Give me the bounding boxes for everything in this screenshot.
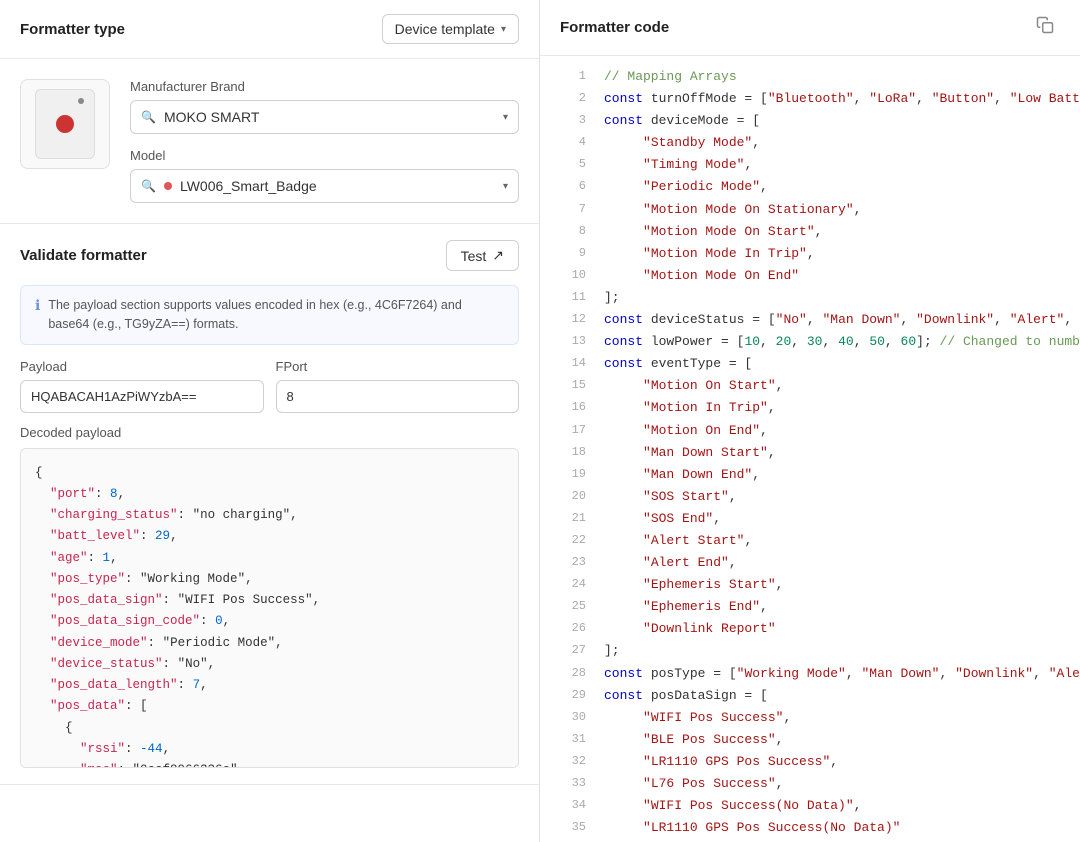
device-template-label: Device template [395,21,495,37]
manufacturer-value: MOKO SMART [164,109,495,125]
model-label: Model [130,148,519,163]
code-line-24: 24 "Ephemeris Start", [540,574,1080,596]
code-line-2: 2 const turnOffMode = ["Bluetooth", "LoR… [540,88,1080,110]
code-line-6: 6 "Periodic Mode", [540,176,1080,198]
model-value: LW006_Smart_Badge [180,178,495,194]
right-panel: Formatter code 1 // Mapping Arrays 2 con… [540,0,1080,842]
validate-header: Validate formatter Test ↗ [20,240,519,271]
model-field-group: Model 🔍 LW006_Smart_Badge ▾ [130,148,519,203]
code-line-30: 30 "WIFI Pos Success", [540,707,1080,729]
code-line-34: 34 "WIFI Pos Success(No Data)", [540,795,1080,817]
test-label: Test [461,248,487,264]
code-line-23: 23 "Alert End", [540,552,1080,574]
device-thumbnail [35,89,95,159]
fport-group: FPort [276,359,520,413]
code-line-1: 1 // Mapping Arrays [540,66,1080,88]
model-select[interactable]: 🔍 LW006_Smart_Badge ▾ [130,169,519,203]
code-line-33: 33 "L76 Pos Success", [540,773,1080,795]
code-editor: 1 // Mapping Arrays 2 const turnOffMode … [540,56,1080,842]
code-line-31: 31 "BLE Pos Success", [540,729,1080,751]
code-line-28: 28 const posType = ["Working Mode", "Man… [540,663,1080,685]
search-icon: 🔍 [141,110,156,124]
decoded-output: { "port": 8, "charging_status": "no char… [20,448,519,768]
payload-row: Payload FPort [20,359,519,413]
validate-section: Validate formatter Test ↗ ℹ The payload … [0,224,539,785]
manufacturer-select[interactable]: 🔍 MOKO SMART ▾ [130,100,519,134]
formatter-code-header: Formatter code [540,0,1080,56]
fport-input[interactable] [276,380,520,413]
code-line-27: 27 ]; [540,640,1080,662]
code-line-13: 13 const lowPower = [10, 20, 30, 40, 50,… [540,331,1080,353]
left-panel: Formatter type Device template ▾ Manufac… [0,0,540,842]
info-icon: ℹ [35,297,40,314]
test-arrow-icon: ↗ [492,247,504,264]
code-line-16: 16 "Motion In Trip", [540,397,1080,419]
validate-title: Validate formatter [20,247,147,264]
code-line-22: 22 "Alert Start", [540,530,1080,552]
device-image [20,79,110,169]
code-line-12: 12 const deviceStatus = ["No", "Man Down… [540,309,1080,331]
formatter-type-label: Formatter type [20,21,125,38]
code-line-7: 7 "Motion Mode On Stationary", [540,199,1080,221]
code-line-25: 25 "Ephemeris End", [540,596,1080,618]
device-fields: Manufacturer Brand 🔍 MOKO SMART ▾ Model … [130,79,519,203]
info-box: ℹ The payload section supports values en… [20,285,519,345]
manufacturer-field-group: Manufacturer Brand 🔍 MOKO SMART ▾ [130,79,519,134]
manufacturer-chevron-icon: ▾ [503,112,508,123]
formatter-code-label: Formatter code [560,19,669,36]
code-line-35: 35 "LR1110 GPS Pos Success(No Data)" [540,817,1080,839]
code-line-26: 26 "Downlink Report" [540,618,1080,640]
chevron-down-icon: ▾ [501,24,506,35]
code-line-32: 32 "LR1110 GPS Pos Success", [540,751,1080,773]
code-line-10: 10 "Motion Mode On End" [540,265,1080,287]
code-line-4: 4 "Standby Mode", [540,132,1080,154]
payload-label: Payload [20,359,264,374]
fport-label: FPort [276,359,520,374]
code-line-3: 3 const deviceMode = [ [540,110,1080,132]
code-line-15: 15 "Motion On Start", [540,375,1080,397]
formatter-type-header: Formatter type Device template ▾ [0,0,539,59]
manufacturer-label: Manufacturer Brand [130,79,519,94]
device-led-small [78,98,84,104]
payload-input[interactable] [20,380,264,413]
copy-icon [1036,16,1054,34]
code-line-8: 8 "Motion Mode On Start", [540,221,1080,243]
model-search-icon: 🔍 [141,179,156,193]
code-line-5: 5 "Timing Mode", [540,154,1080,176]
info-text: The payload section supports values enco… [48,296,504,334]
test-button[interactable]: Test ↗ [446,240,519,271]
code-line-19: 19 "Man Down End", [540,464,1080,486]
code-line-11: 11 ]; [540,287,1080,309]
model-dot-icon [164,182,172,190]
code-line-18: 18 "Man Down Start", [540,442,1080,464]
decoded-label: Decoded payload [20,425,519,440]
device-config: Manufacturer Brand 🔍 MOKO SMART ▾ Model … [0,59,539,224]
code-line-14: 14 const eventType = [ [540,353,1080,375]
device-template-dropdown[interactable]: Device template ▾ [382,14,519,44]
payload-group: Payload [20,359,264,413]
code-line-29: 29 const posDataSign = [ [540,685,1080,707]
code-line-21: 21 "SOS End", [540,508,1080,530]
code-line-20: 20 "SOS Start", [540,486,1080,508]
code-line-17: 17 "Motion On End", [540,420,1080,442]
model-chevron-icon: ▾ [503,181,508,192]
device-button [56,115,74,133]
code-line-9: 9 "Motion Mode In Trip", [540,243,1080,265]
copy-button[interactable] [1030,14,1060,41]
